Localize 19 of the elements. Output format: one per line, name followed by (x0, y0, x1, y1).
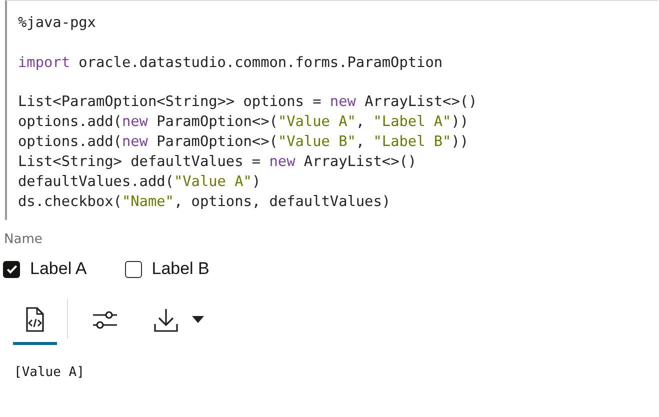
download-icon (154, 308, 178, 332)
code-line: options.add(new ParamOption<>("Value A", "Label A")) (18, 113, 470, 132)
checkbox-option[interactable]: Label A (3, 259, 87, 279)
code-line: %java-pgx (18, 14, 97, 33)
sliders-icon (92, 310, 118, 330)
code-line: List<ParamOption<String>> options = new ArrayList<>() (18, 93, 478, 112)
code-line: options.add(new ParamOption<>("Value B", "Label B")) (18, 133, 470, 152)
field-label: Name (4, 232, 44, 247)
code-file-icon (25, 306, 45, 332)
checkbox-option[interactable]: Label B (124, 259, 210, 279)
caret-icon (192, 316, 204, 323)
checkbox[interactable] (3, 260, 20, 278)
code-editor[interactable] (5, 0, 658, 220)
output-text: [Value A] (14, 365, 86, 380)
code-line: ds.checkbox("Name", options, defaultValues) (18, 193, 392, 212)
checkbox[interactable] (124, 260, 142, 278)
code-line: import oracle.datastudio.common.forms.ParamOption (18, 54, 444, 72)
code-line: defaultValues.add("Value A") (18, 173, 262, 192)
code-line: List<String> defaultValues = new ArrayList<>() (18, 153, 418, 172)
